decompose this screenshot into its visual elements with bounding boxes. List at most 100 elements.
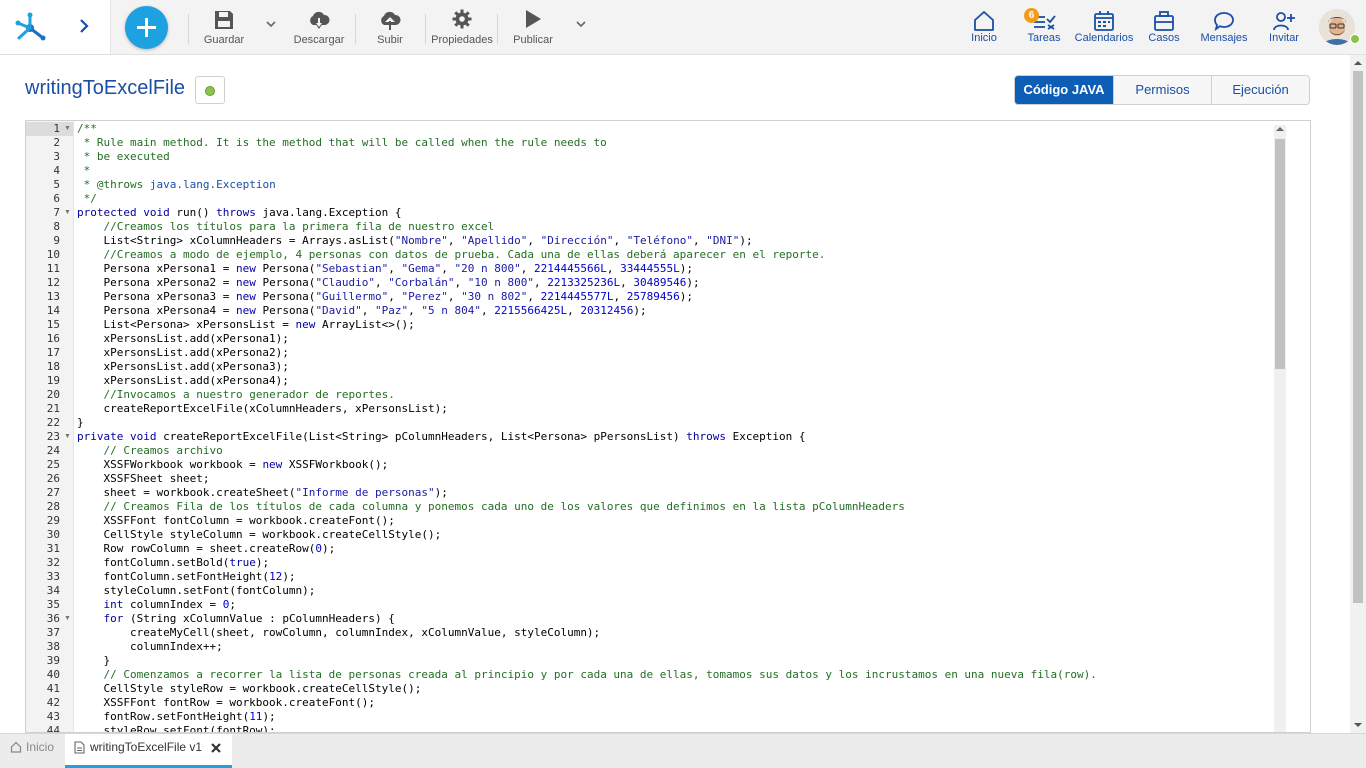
line-number: 14 [46,304,60,317]
code-line[interactable]: * Rule main method. It is the method tha… [77,136,1272,150]
code-line[interactable]: } [77,654,1272,668]
page-scrollbar[interactable] [1350,55,1366,733]
fold-toggle-icon[interactable]: ▼ [64,122,71,136]
code-line[interactable]: //Creamos los títulos para la primera fi… [77,220,1272,234]
code-line[interactable]: fontRow.setFontHeight(11); [77,710,1272,724]
tab-permissions[interactable]: Permisos [1113,76,1211,104]
code-line[interactable]: createMyCell(sheet, rowColumn, columnInd… [77,626,1272,640]
code-line[interactable]: xPersonsList.add(xPersona4); [77,374,1272,388]
nav-messages[interactable]: Mensajes [1200,8,1248,48]
bottom-tab-home[interactable]: Inicio [0,734,64,768]
code-line[interactable]: styleRow.setFont(fontRow); [77,724,1272,732]
tab-execution[interactable]: Ejecución [1211,76,1309,104]
nav-calendars[interactable]: Calendarios [1075,8,1133,48]
save-button[interactable]: Guardar [200,8,248,48]
nav-cases[interactable]: Casos [1148,8,1180,48]
scroll-up-arrow-icon[interactable] [1354,59,1362,67]
line-number: 22 [46,416,60,429]
line-number: 42 [46,696,60,709]
code-line[interactable]: CellStyle styleRow = workbook.createCell… [77,682,1272,696]
code-line[interactable]: sheet = workbook.createSheet("Informe de… [77,486,1272,500]
fold-toggle-icon[interactable]: ▼ [64,206,71,220]
line-number: 15 [46,318,60,331]
code-line[interactable]: // Comenzamos a recorrer la lista de per… [77,668,1272,682]
editor-scrollbar[interactable] [1274,125,1286,732]
bottom-home-label: Inicio [26,740,55,754]
code-line[interactable]: XSSFWorkbook workbook = new XSSFWorkbook… [77,458,1272,472]
code-line[interactable]: Persona xPersona3 = new Persona("Guiller… [77,290,1272,304]
code-line[interactable]: createReportExcelFile(xColumnHeaders, xP… [77,402,1272,416]
code-line[interactable]: xPersonsList.add(xPersona1); [77,332,1272,346]
code-line[interactable]: XSSFFont fontColumn = workbook.createFon… [77,514,1272,528]
add-button[interactable] [125,6,168,49]
code-line[interactable]: columnIndex++; [77,640,1272,654]
fold-toggle-icon[interactable]: ▼ [64,612,71,626]
line-number: 20 [46,388,60,401]
code-line[interactable]: protected void run() throws java.lang.Ex… [77,206,1272,220]
code-line[interactable]: CellStyle styleColumn = workbook.createC… [77,528,1272,542]
download-button[interactable]: Descargar [291,8,347,48]
code-content[interactable]: /** * Rule main method. It is the method… [77,122,1272,732]
properties-label: Propiedades [431,34,493,46]
nav-home[interactable]: Inicio [971,8,997,48]
code-line[interactable]: * @throws java.lang.Exception [77,178,1272,192]
code-line[interactable]: // Creamos archivo [77,444,1272,458]
code-line[interactable]: * [77,164,1272,178]
line-number: 4 [53,164,60,177]
bottom-tab-file[interactable]: writingToExcelFile v1 [65,734,232,768]
code-line[interactable]: Persona xPersona2 = new Persona("Claudio… [77,276,1272,290]
scroll-down-arrow-icon[interactable] [1354,721,1362,729]
code-line[interactable]: xPersonsList.add(xPersona2); [77,346,1272,360]
home-icon [10,741,22,753]
line-number: 38 [46,640,60,653]
line-number: 31 [46,542,60,555]
code-line[interactable]: xPersonsList.add(xPersona3); [77,360,1272,374]
close-icon[interactable] [211,743,221,753]
chevron-down-icon[interactable] [575,18,587,30]
code-line[interactable]: // Creamos Fila de los títulos de cada c… [77,500,1272,514]
nav-invite[interactable]: Invitar [1269,8,1299,48]
code-line[interactable]: /** [77,122,1272,136]
code-line[interactable]: fontColumn.setFontHeight(12); [77,570,1272,584]
code-line[interactable]: Persona xPersona1 = new Persona("Sebasti… [77,262,1272,276]
code-line[interactable]: for (String xColumnValue : pColumnHeader… [77,612,1272,626]
chevron-right-icon[interactable] [74,14,94,38]
tab-java-code[interactable]: Código JAVA [1015,76,1113,104]
code-line[interactable]: XSSFSheet sheet; [77,472,1272,486]
page-scrollbar-thumb[interactable] [1353,71,1363,603]
fold-toggle-icon[interactable]: ▼ [64,430,71,444]
code-line[interactable]: fontColumn.setBold(true); [77,556,1272,570]
code-line[interactable]: XSSFFont fontRow = workbook.createFont()… [77,696,1272,710]
code-line[interactable]: * be executed [77,150,1272,164]
code-editor[interactable]: 1 ▼ 2 3 4 5 6 7 ▼ 8 9 10 11 12 13 14 15 16 17 18 19 20 21 22 23 ▼… [25,120,1311,733]
editor-scrollbar-thumb[interactable] [1275,139,1285,369]
nav-tasks-label: Tareas [1027,32,1061,44]
code-line[interactable]: styleColumn.setFont(fontColumn); [77,584,1272,598]
code-line[interactable]: List<String> xColumnHeaders = Arrays.asL… [77,234,1272,248]
code-line[interactable]: int columnIndex = 0; [77,598,1272,612]
publish-button[interactable]: Publicar [508,8,558,48]
line-number: 39 [46,654,60,667]
code-line[interactable]: List<Persona> xPersonsList = new ArrayLi… [77,318,1272,332]
line-number: 30 [46,528,60,541]
line-number: 7 [53,206,60,219]
line-number: 35 [46,598,60,611]
download-label: Descargar [293,34,345,46]
properties-button[interactable]: Propiedades [430,8,494,48]
line-number: 16 [46,332,60,345]
code-line[interactable]: } [77,416,1272,430]
code-line[interactable]: //Invocamos a nuestro generador de repor… [77,388,1272,402]
code-line[interactable]: Row rowColumn = sheet.createRow(0); [77,542,1272,556]
gear-icon [452,9,472,29]
app-logo-icon[interactable] [13,10,47,44]
code-line[interactable]: */ [77,192,1272,206]
scroll-up-arrow-icon[interactable] [1276,125,1284,133]
code-line[interactable]: //Creamos a modo de ejemplo, 4 personas … [77,248,1272,262]
line-number: 40 [46,668,60,681]
code-line[interactable]: private void createReportExcelFile(List<… [77,430,1272,444]
code-line[interactable]: Persona xPersona4 = new Persona("David",… [77,304,1272,318]
cloud-upload-icon [381,11,401,30]
status-button[interactable] [195,76,225,104]
chevron-down-icon[interactable] [265,18,277,30]
upload-button[interactable]: Subir [370,8,410,48]
